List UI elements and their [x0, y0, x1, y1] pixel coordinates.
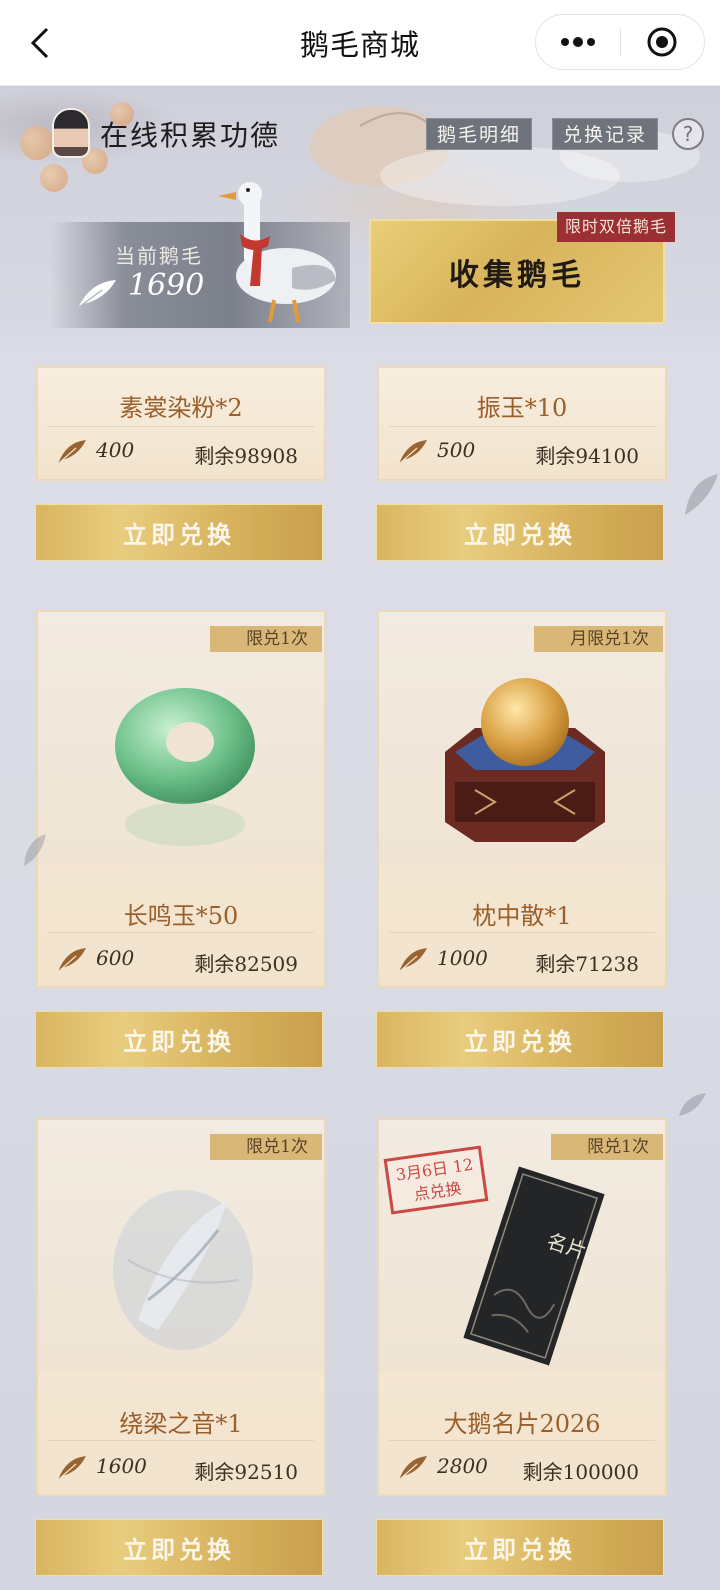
goose-mascot-image — [218, 182, 336, 323]
item-name: 振玉*10 — [476, 394, 568, 422]
feather-detail-button[interactable]: 鹅毛明细 — [426, 118, 533, 150]
feather-icon — [57, 948, 86, 973]
limit-badge: 限兑1次 — [551, 1134, 663, 1160]
balance-label: 当前鹅毛 — [115, 244, 203, 268]
limit-badge: 限兑1次 — [210, 626, 322, 652]
redeem-button[interactable]: 立即兑换 — [376, 1519, 664, 1576]
card-divider — [48, 1440, 314, 1441]
limit-badge: 月限兑1次 — [534, 626, 663, 652]
item-stock: 剩余100000 — [522, 1460, 639, 1484]
feather-icon — [398, 948, 427, 973]
jade-ring-image — [115, 688, 255, 846]
shop-item-card: 振玉*10 500 剩余94100 — [377, 366, 667, 481]
item-stock: 剩余94100 — [535, 444, 639, 468]
item-price: 1600 — [96, 1454, 147, 1478]
mini-program-capsule — [535, 14, 705, 70]
double-feather-badge: 限时双倍鹅毛 — [557, 212, 676, 242]
feather-icon — [398, 1456, 427, 1481]
item-stock: 剩余92510 — [194, 1460, 298, 1484]
limit-badge: 限兑1次 — [210, 1134, 322, 1160]
petal-decoration — [685, 474, 718, 515]
item-name: 绕梁之音*1 — [119, 1410, 243, 1438]
exchange-record-button[interactable]: 兑换记录 — [552, 118, 659, 150]
redeem-button[interactable]: 立即兑换 — [35, 1519, 323, 1576]
item-name: 枕中散*1 — [472, 902, 572, 930]
shop-item-card: 月限兑1次 枕中散*1 1000 剩余71238 — [377, 610, 667, 988]
item-stock: 剩余71238 — [535, 952, 639, 976]
nav-bar: 鹅毛商城 — [0, 0, 720, 86]
card-divider — [389, 1440, 655, 1441]
item-price: 400 — [96, 438, 135, 462]
merit-title: 在线积累功德 — [100, 119, 281, 152]
petal-decoration — [679, 1093, 706, 1116]
balance-value: 1690 — [128, 268, 205, 303]
loquat-decoration — [20, 126, 54, 160]
feather-icon — [57, 440, 86, 465]
item-stock: 剩余98908 — [194, 444, 298, 468]
shop-item-card: 素裳染粉*2 400 剩余98908 — [36, 366, 326, 481]
item-price: 1000 — [437, 946, 488, 970]
petal-decoration — [24, 834, 46, 866]
shop-item-card: 名片 限兑1次 3月6日 12点兑换 大鹅名片2026 2800 剩余10000… — [377, 1118, 667, 1496]
sound-orb-image — [113, 1190, 253, 1350]
item-name: 大鹅名片2026 — [443, 1410, 601, 1438]
more-icon[interactable] — [536, 15, 620, 69]
card-divider — [48, 932, 314, 933]
item-name: 素裳染粉*2 — [119, 394, 243, 422]
close-miniprogram-icon[interactable] — [621, 15, 705, 69]
redeem-button[interactable]: 立即兑换 — [35, 1011, 323, 1068]
feather-icon — [77, 280, 116, 309]
user-avatar[interactable] — [52, 108, 90, 158]
item-stock: 剩余82509 — [194, 952, 298, 976]
help-icon[interactable]: ? — [672, 118, 704, 150]
item-name: 长鸣玉*50 — [123, 902, 239, 930]
feather-icon — [57, 1456, 86, 1481]
shop-item-card: 限兑1次 长鸣玉*50 600 剩余82509 — [36, 610, 326, 988]
redeem-button[interactable]: 立即兑换 — [376, 1011, 664, 1068]
card-divider — [48, 426, 314, 427]
redeem-button[interactable]: 立即兑换 — [376, 504, 664, 561]
loquat-decoration — [40, 164, 68, 192]
card-divider — [389, 932, 655, 933]
redeem-button[interactable]: 立即兑换 — [35, 504, 323, 561]
item-price: 600 — [96, 946, 135, 970]
item-price: 2800 — [437, 1454, 488, 1478]
item-price: 500 — [437, 438, 476, 462]
card-divider — [389, 426, 655, 427]
shop-item-card: 限兑1次 绕梁之音*1 1600 剩余92510 — [36, 1118, 326, 1496]
feather-icon — [398, 440, 427, 465]
pearl-box-image — [445, 678, 605, 842]
